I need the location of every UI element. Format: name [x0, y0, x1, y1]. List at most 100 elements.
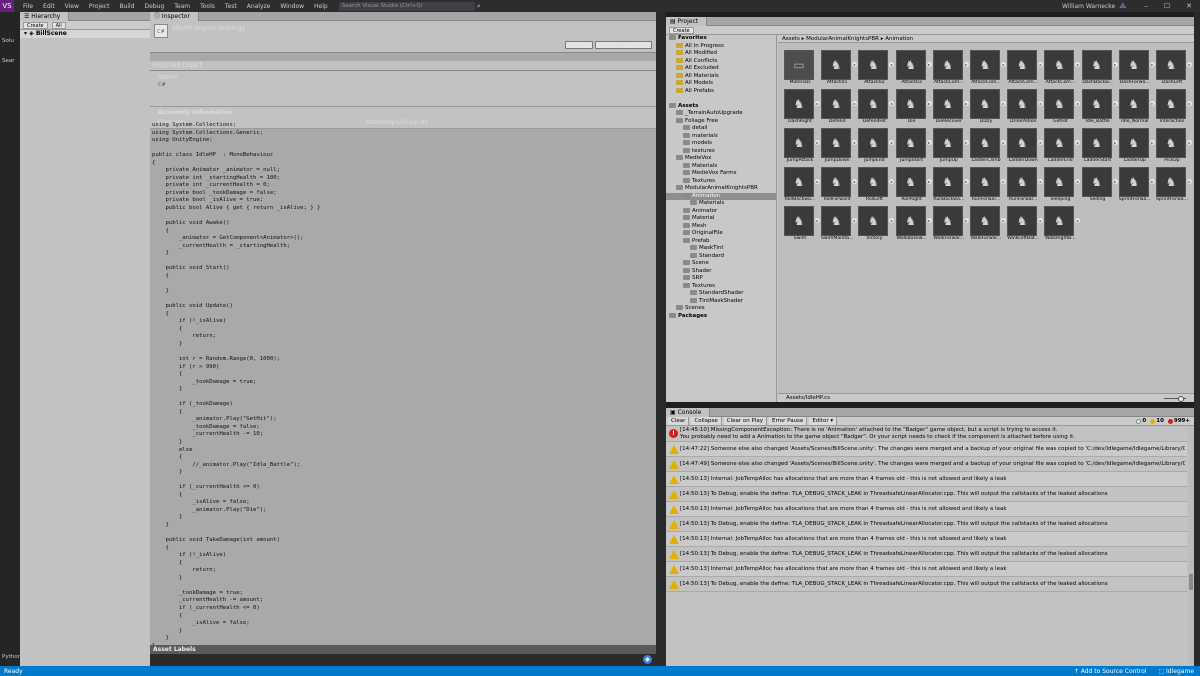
expand-arrow-icon[interactable]: ▸ [1187, 101, 1192, 106]
console-entry[interactable]: [14:47:49] Someone else also changed 'As… [666, 457, 1187, 472]
info-count-toggle[interactable]: 0 [1136, 418, 1146, 424]
expand-arrow-icon[interactable]: ▸ [926, 140, 932, 145]
asset-animation-clip[interactable]: ♞ ▸ DashForwa... [1118, 50, 1155, 86]
search-label[interactable]: Sear [2, 58, 15, 64]
expand-arrow-icon[interactable]: ▸ [1075, 140, 1081, 145]
asset-animation-clip[interactable]: ♞ ▸ JumpAttack [784, 128, 820, 164]
project-create-button[interactable]: Create [669, 26, 694, 34]
expand-arrow-icon[interactable]: ▸ [1149, 101, 1155, 106]
vs-menu-view[interactable]: View [60, 3, 84, 10]
asset-animation-clip[interactable]: ♞ ▸ DashLeft [1156, 50, 1192, 86]
project-tree-item[interactable]: Standard [666, 252, 776, 261]
project-tree-item[interactable]: Scene [666, 260, 776, 268]
asset-animation-clip[interactable]: ♞ ▸ Attack02 [858, 50, 895, 86]
asset-animation-clip[interactable]: ♞ ▸ RollLeft [858, 167, 895, 203]
expand-arrow-icon[interactable]: ▸ [1187, 179, 1192, 184]
asset-animation-clip[interactable]: ♞ ▸ LadderDown [1007, 128, 1044, 164]
asset-animation-clip[interactable]: ♞ ▸ PickUp [1156, 128, 1192, 164]
project-tree-item[interactable]: models [666, 140, 776, 148]
expand-arrow-icon[interactable]: ▸ [889, 62, 895, 67]
hierarchy-create-button[interactable]: Create [23, 21, 48, 29]
expand-arrow-icon[interactable]: ▸ [926, 101, 932, 106]
asset-animation-clip[interactable]: ♞ ▸ Attack03 [895, 50, 932, 86]
icon-size-slider[interactable] [1164, 396, 1186, 402]
project-tree-item[interactable]: Shader [666, 267, 776, 276]
expand-arrow-icon[interactable]: ▸ [1112, 140, 1118, 145]
vs-menu-team[interactable]: Team [169, 3, 195, 10]
console-entry[interactable]: [14:50:13] To Debug, enable the define: … [666, 547, 1187, 562]
expand-arrow-icon[interactable]: ▸ [852, 101, 858, 106]
asset-animation-clip[interactable]: ♞ ▸ AttackCom... [1044, 50, 1081, 86]
vs-menu-window[interactable]: Window [275, 3, 309, 10]
project-tree-item[interactable]: All In Progress [666, 42, 776, 51]
project-tree-item[interactable]: textures [666, 147, 776, 156]
expand-arrow-icon[interactable]: ▸ [1075, 62, 1081, 67]
project-tree-item[interactable]: Textures [666, 177, 776, 186]
console-entry[interactable]: [14:47:22] Someone else also changed 'As… [666, 442, 1187, 457]
project-tree-item[interactable]: MaskTint [666, 245, 776, 253]
asset-animation-clip[interactable]: ♞ ▸ DefendHit [858, 89, 895, 125]
hierarchy-scene-row[interactable]: ▾ ◈ BillScene [20, 30, 150, 38]
project-tree-item[interactable]: materials [666, 132, 776, 141]
expand-arrow-icon[interactable]: ▸ [1075, 218, 1081, 223]
expand-arrow-icon[interactable]: ▸ [1187, 140, 1192, 145]
console-clear-button[interactable]: Clear [668, 417, 690, 425]
expand-arrow-icon[interactable]: ▸ [1112, 101, 1118, 106]
tab-inspector[interactable]: ⓘ Inspector [150, 11, 199, 21]
project-tree-item[interactable]: _TerrainAutoUpgrade [666, 110, 776, 118]
asset-animation-clip[interactable]: ♞ ▸ Idle_Battle [1081, 89, 1118, 125]
project-tree-item[interactable]: Foliage Free [666, 117, 776, 126]
vs-menu-test[interactable]: Test [220, 3, 242, 10]
console-editor-dropdown[interactable]: Editor ▾ [809, 417, 838, 425]
asset-animation-clip[interactable]: ♞ ▸ DashRight [784, 89, 820, 125]
asset-animation-clip[interactable]: ♞ ▸ Swim [784, 206, 820, 242]
asset-animation-clip[interactable]: ♞ ▸ WalkForwar... [932, 206, 969, 242]
console-entry[interactable]: [14:50:13] To Debug, enable the define: … [666, 487, 1187, 502]
asset-animation-clip[interactable]: ♞ ▸ SwimMainta... [821, 206, 858, 242]
close-icon[interactable]: ✕ [1178, 2, 1200, 10]
expand-arrow-icon[interactable]: ▸ [1075, 179, 1081, 184]
expand-arrow-icon[interactable]: ▸ [963, 140, 969, 145]
project-tree-item[interactable]: Materials [666, 200, 776, 208]
project-tree-item[interactable]: ModularAnimalKnightsPBR [666, 185, 776, 193]
expand-arrow-icon[interactable]: ▸ [926, 62, 932, 67]
asset-animation-clip[interactable]: ♞ ▸ GetHit [1044, 89, 1081, 125]
expand-arrow-icon[interactable]: ▸ [1112, 62, 1118, 67]
asset-animation-clip[interactable]: ♞ ▸ RollBackwa... [784, 167, 820, 203]
expand-arrow-icon[interactable]: ▸ [1112, 179, 1118, 184]
execution-order-button[interactable]: Execution Order... [594, 41, 652, 49]
expand-arrow-icon[interactable]: ▸ [1149, 62, 1155, 67]
project-tree-item[interactable]: OriginalFile [666, 230, 776, 238]
project-tree-item[interactable]: Animator [666, 207, 776, 216]
expand-arrow-icon[interactable]: ▸ [1001, 140, 1006, 145]
asset-animation-clip[interactable]: ♞ ▸ RollRight [895, 167, 932, 203]
asset-folder[interactable]: ▭ Materials [784, 50, 816, 86]
python-label[interactable]: Python [2, 654, 21, 660]
asset-animation-clip[interactable]: ♞ ▸ Victory [858, 206, 895, 242]
asset-animation-clip[interactable]: ♞ ▸ LadderEnd [1044, 128, 1081, 164]
search-icon[interactable]: ⌕ [477, 2, 481, 11]
console-entry[interactable]: [14:50:13] To Debug, enable the define: … [666, 577, 1187, 592]
asset-animation-clip[interactable]: ♞ ▸ SprintForwa... [1118, 167, 1155, 203]
expand-arrow-icon[interactable]: ▸ [926, 179, 932, 184]
asset-animation-clip[interactable]: ♞ ▸ Dizzy [970, 89, 1006, 125]
project-tree-item[interactable]: MedieVox Farms [666, 170, 776, 178]
add-to-source-control-button[interactable]: ↑ Add to Source Control [1068, 668, 1153, 675]
console-entry[interactable]: ! [14:45:10] MissingComponentException: T… [666, 426, 1187, 442]
vs-menu-project[interactable]: Project [84, 3, 115, 10]
project-tree-item[interactable]: All Conflicts [666, 57, 776, 66]
asset-animation-clip[interactable]: ♞ ▸ RunForwar... [970, 167, 1006, 203]
project-tree-item[interactable]: Scenes [666, 305, 776, 313]
project-tree-item[interactable]: Assets [666, 102, 776, 111]
console-entry[interactable]: [14:50:13] Internal: JobTempAlloc has al… [666, 472, 1187, 487]
project-tree-item[interactable]: SRP [666, 275, 776, 283]
asset-animation-clip[interactable]: ♞ ▸ WalkRightB... [1044, 206, 1081, 242]
console-clear-on-play-button[interactable]: Clear on Play [723, 417, 767, 425]
project-tree-item[interactable]: TintMaskShader [666, 297, 776, 306]
expand-arrow-icon[interactable]: ▸ [1075, 101, 1081, 106]
asset-animation-clip[interactable]: ♞ ▸ JumpDown [821, 128, 858, 164]
asset-animation-clip[interactable]: ♞ ▸ Defend [821, 89, 858, 125]
expand-arrow-icon[interactable]: ▸ [815, 218, 820, 223]
asset-animation-clip[interactable]: ♞ ▸ Idle_Normal [1118, 89, 1155, 125]
asset-animation-clip[interactable]: ♞ ▸ RunBackwa... [932, 167, 969, 203]
